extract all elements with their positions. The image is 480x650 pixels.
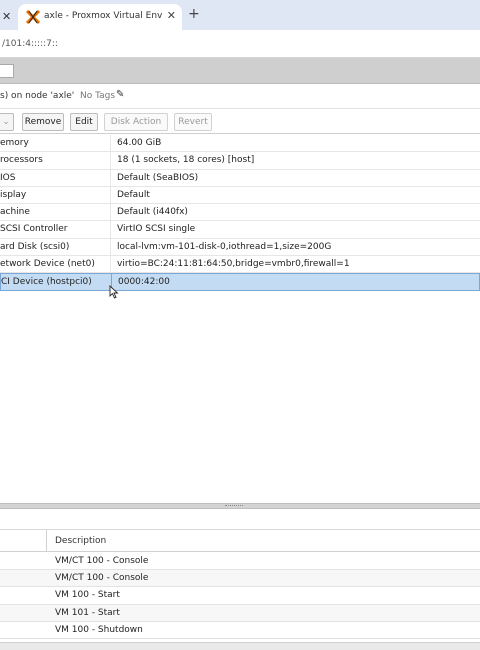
edit-button[interactable]: Edit — [70, 113, 98, 131]
browser-tabstrip: ✕ axle - Proxmox Virtual Environment ✕ + — [0, 0, 480, 30]
hardware-value: 0000:42:00 — [118, 277, 170, 288]
task-row[interactable]: VM 100 - Start — [0, 587, 480, 605]
hardware-row-machine[interactable]: achine Default (i440fx) — [0, 204, 480, 222]
hardware-row-scsi-controller[interactable]: SCSI Controller VirtIO SCSI single — [0, 221, 480, 239]
bottom-scrollbar[interactable] — [0, 642, 480, 650]
hardware-row-hard-disk[interactable]: ard Disk (scsi0) local-lvm:vm-101-disk-0… — [0, 238, 480, 257]
add-dropdown-button[interactable]: ⌄ — [0, 113, 14, 131]
search-input[interactable] — [0, 64, 14, 78]
hardware-value: 64.00 GiB — [117, 138, 162, 148]
column-divider — [110, 256, 111, 273]
tab-close-icon[interactable]: ✕ — [2, 10, 11, 23]
task-description: VM 100 - Start — [55, 590, 120, 601]
hardware-key: SCSI Controller — [0, 224, 68, 235]
hardware-key: etwork Device (net0) — [0, 259, 95, 270]
description-column-header[interactable]: Description — [55, 536, 106, 546]
column-divider — [110, 221, 111, 238]
task-row[interactable]: VM/CT 100 - Console — [0, 570, 480, 588]
splitter-grip-icon[interactable] — [225, 505, 243, 507]
hardware-value: Default — [117, 189, 150, 200]
task-list: VM/CT 100 - Console VM/CT 100 - Console … — [0, 553, 480, 639]
task-row[interactable]: VM 101 - Start — [0, 604, 480, 622]
hardware-value: Default (SeaBIOS) — [117, 172, 199, 183]
url-text[interactable]: /101:4:::::7:: — [2, 39, 58, 49]
column-divider — [110, 135, 111, 152]
hardware-key: rocessors — [0, 155, 43, 166]
task-row[interactable]: VM/CT 100 - Console — [0, 553, 480, 571]
hardware-value: Default (i440fx) — [117, 207, 188, 218]
hardware-value: 18 (1 sockets, 18 cores) [host] — [117, 155, 255, 166]
hardware-row-network-device[interactable]: etwork Device (net0) virtio=BC:24:11:81:… — [0, 256, 480, 274]
proxmox-favicon-icon — [26, 10, 40, 24]
disk-action-button[interactable]: Disk Action — [104, 113, 168, 131]
hardware-row-bios[interactable]: IOS Default (SeaBIOS) — [0, 169, 480, 187]
column-divider — [110, 204, 111, 221]
column-divider[interactable] — [46, 530, 47, 552]
task-panel-toolbar — [0, 509, 480, 530]
tab-title: axle - Proxmox Virtual Environment — [44, 11, 162, 21]
app-header-band — [0, 58, 480, 84]
hardware-row-processors[interactable]: rocessors 18 (1 sockets, 18 cores) [host… — [0, 152, 480, 170]
hardware-key: achine — [0, 207, 30, 218]
address-bar[interactable]: /101:4:::::7:: — [0, 30, 480, 58]
task-description: VM 100 - Shutdown — [55, 624, 143, 635]
hardware-key: emory — [0, 138, 29, 148]
column-divider — [110, 169, 111, 186]
task-description: VM/CT 100 - Console — [55, 556, 149, 566]
task-row[interactable]: VM 100 - Shutdown — [0, 622, 480, 639]
hardware-key: CI Device (hostpci0) — [1, 277, 92, 288]
hardware-key: IOS — [0, 172, 16, 183]
revert-button[interactable]: Revert — [174, 113, 212, 131]
new-tab-icon[interactable]: + — [188, 6, 200, 22]
hardware-key: isplay — [0, 189, 27, 200]
remove-button[interactable]: Remove — [22, 113, 64, 131]
hardware-grid: emory 64.00 GiB rocessors 18 (1 sockets,… — [0, 135, 480, 291]
browser-tab-previous[interactable]: ✕ — [0, 4, 18, 30]
edit-tags-icon[interactable]: ✎ — [116, 89, 124, 100]
hardware-key: ard Disk (scsi0) — [0, 241, 70, 252]
task-table-header: Description — [0, 530, 480, 552]
column-divider — [110, 186, 111, 204]
tab-close-icon[interactable]: ✕ — [167, 9, 176, 22]
task-description: VM/CT 100 - Console — [55, 573, 149, 584]
hardware-value: local-lvm:vm-101-disk-0,iothread=1,size=… — [117, 241, 332, 252]
vm-title: s) on node 'axle' — [0, 91, 75, 101]
browser-tab-active[interactable]: axle - Proxmox Virtual Environment ✕ — [18, 4, 182, 30]
hardware-toolbar: ⌄ Remove Edit Disk Action Revert — [0, 110, 480, 134]
task-description: VM 101 - Start — [55, 607, 120, 618]
hardware-value: virtio=BC:24:11:81:64:50,bridge=vmbr0,fi… — [117, 259, 350, 270]
column-divider — [110, 238, 111, 256]
hardware-row-memory[interactable]: emory 64.00 GiB — [0, 135, 480, 153]
hardware-row-pci-device[interactable]: CI Device (hostpci0) 0000:42:00 — [0, 273, 480, 291]
vm-header: s) on node 'axle' No Tags ✎ — [0, 85, 480, 109]
tags-label: No Tags — [80, 91, 116, 101]
hardware-row-display[interactable]: isplay Default — [0, 186, 480, 205]
column-divider — [110, 152, 111, 169]
hardware-value: VirtIO SCSI single — [117, 224, 196, 235]
mouse-cursor-icon — [109, 285, 119, 299]
